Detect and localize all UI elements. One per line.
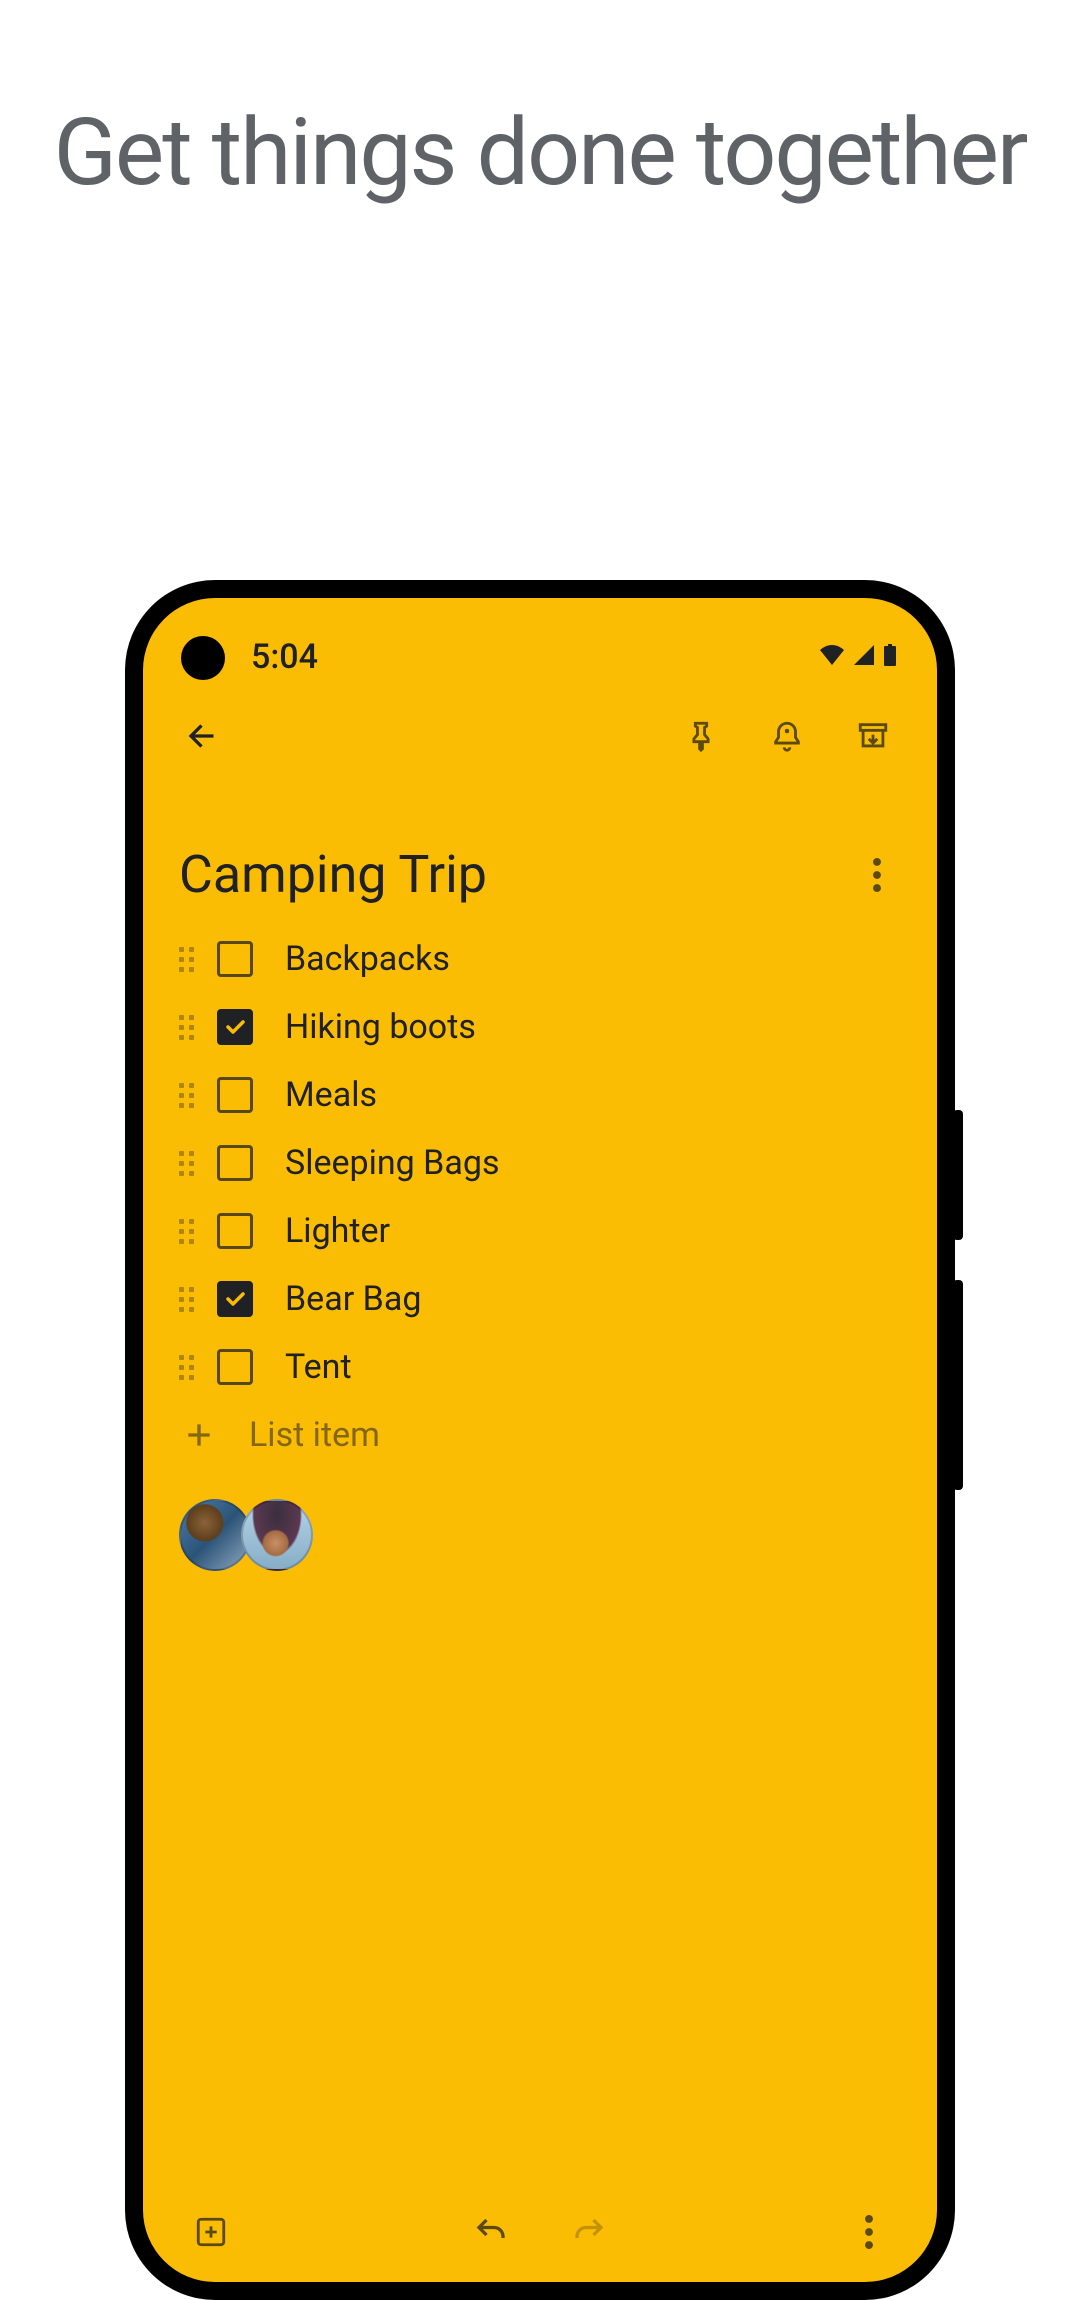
reminder-icon[interactable] [759, 708, 815, 764]
side-button [953, 1280, 963, 1490]
promo-heading: Get things done together [0, 100, 1080, 207]
item-label[interactable]: Meals [285, 1075, 377, 1115]
redo-icon[interactable] [565, 2208, 613, 2256]
drag-handle-icon[interactable] [179, 1355, 199, 1380]
status-bar: 5:04 [143, 598, 937, 678]
checkbox[interactable] [217, 1145, 253, 1181]
drag-handle-icon[interactable] [179, 1083, 199, 1108]
add-item-placeholder: List item [249, 1415, 380, 1455]
avatar[interactable] [241, 1499, 313, 1571]
list-item[interactable]: Hiking boots [179, 993, 901, 1061]
battery-icon [883, 644, 897, 670]
bottom-toolbar [143, 2182, 937, 2282]
drag-handle-icon[interactable] [179, 1015, 199, 1040]
note-header: Camping Trip [143, 784, 937, 925]
pin-icon[interactable] [673, 708, 729, 764]
item-label[interactable]: Hiking boots [285, 1007, 476, 1047]
drag-handle-icon[interactable] [179, 1219, 199, 1244]
list-item[interactable]: Tent [179, 1333, 901, 1401]
checkbox[interactable] [217, 941, 253, 977]
phone-frame: 5:04 [125, 580, 955, 2300]
drag-handle-icon[interactable] [179, 947, 199, 972]
collaborator-avatars[interactable] [143, 1469, 937, 1601]
status-time: 5:04 [251, 637, 318, 677]
checkbox[interactable] [217, 1281, 253, 1317]
note-toolbar [143, 678, 937, 784]
item-label[interactable]: Lighter [285, 1211, 390, 1251]
item-label[interactable]: Backpacks [285, 939, 450, 979]
list-item[interactable]: Backpacks [179, 925, 901, 993]
more-options-icon[interactable] [853, 851, 901, 899]
side-button [953, 1110, 963, 1240]
drag-handle-icon[interactable] [179, 1151, 199, 1176]
drag-handle-icon[interactable] [179, 1287, 199, 1312]
status-icons [819, 644, 897, 670]
list-item[interactable]: Meals [179, 1061, 901, 1129]
wifi-icon [819, 645, 845, 669]
checkbox[interactable] [217, 1009, 253, 1045]
item-label[interactable]: Bear Bag [285, 1279, 421, 1319]
list-item[interactable]: Lighter [179, 1197, 901, 1265]
add-list-item[interactable]: List item [143, 1401, 937, 1469]
undo-icon[interactable] [467, 2208, 515, 2256]
archive-icon[interactable] [845, 708, 901, 764]
phone-screen: 5:04 [143, 598, 937, 2282]
cellular-icon [853, 645, 875, 669]
plus-icon [181, 1417, 217, 1453]
item-label[interactable]: Sleeping Bags [285, 1143, 500, 1183]
note-title[interactable]: Camping Trip [179, 844, 487, 905]
add-box-icon[interactable] [187, 2208, 235, 2256]
list-item[interactable]: Bear Bag [179, 1265, 901, 1333]
camera-hole [181, 636, 225, 680]
list-item[interactable]: Sleeping Bags [179, 1129, 901, 1197]
more-vertical-icon[interactable] [845, 2208, 893, 2256]
back-button[interactable] [179, 712, 227, 760]
checkbox[interactable] [217, 1077, 253, 1113]
checkbox[interactable] [217, 1349, 253, 1385]
checklist: Backpacks Hiking boots Meals Sleeping Bags L… [143, 925, 937, 1401]
item-label[interactable]: Tent [285, 1347, 352, 1387]
checkbox[interactable] [217, 1213, 253, 1249]
